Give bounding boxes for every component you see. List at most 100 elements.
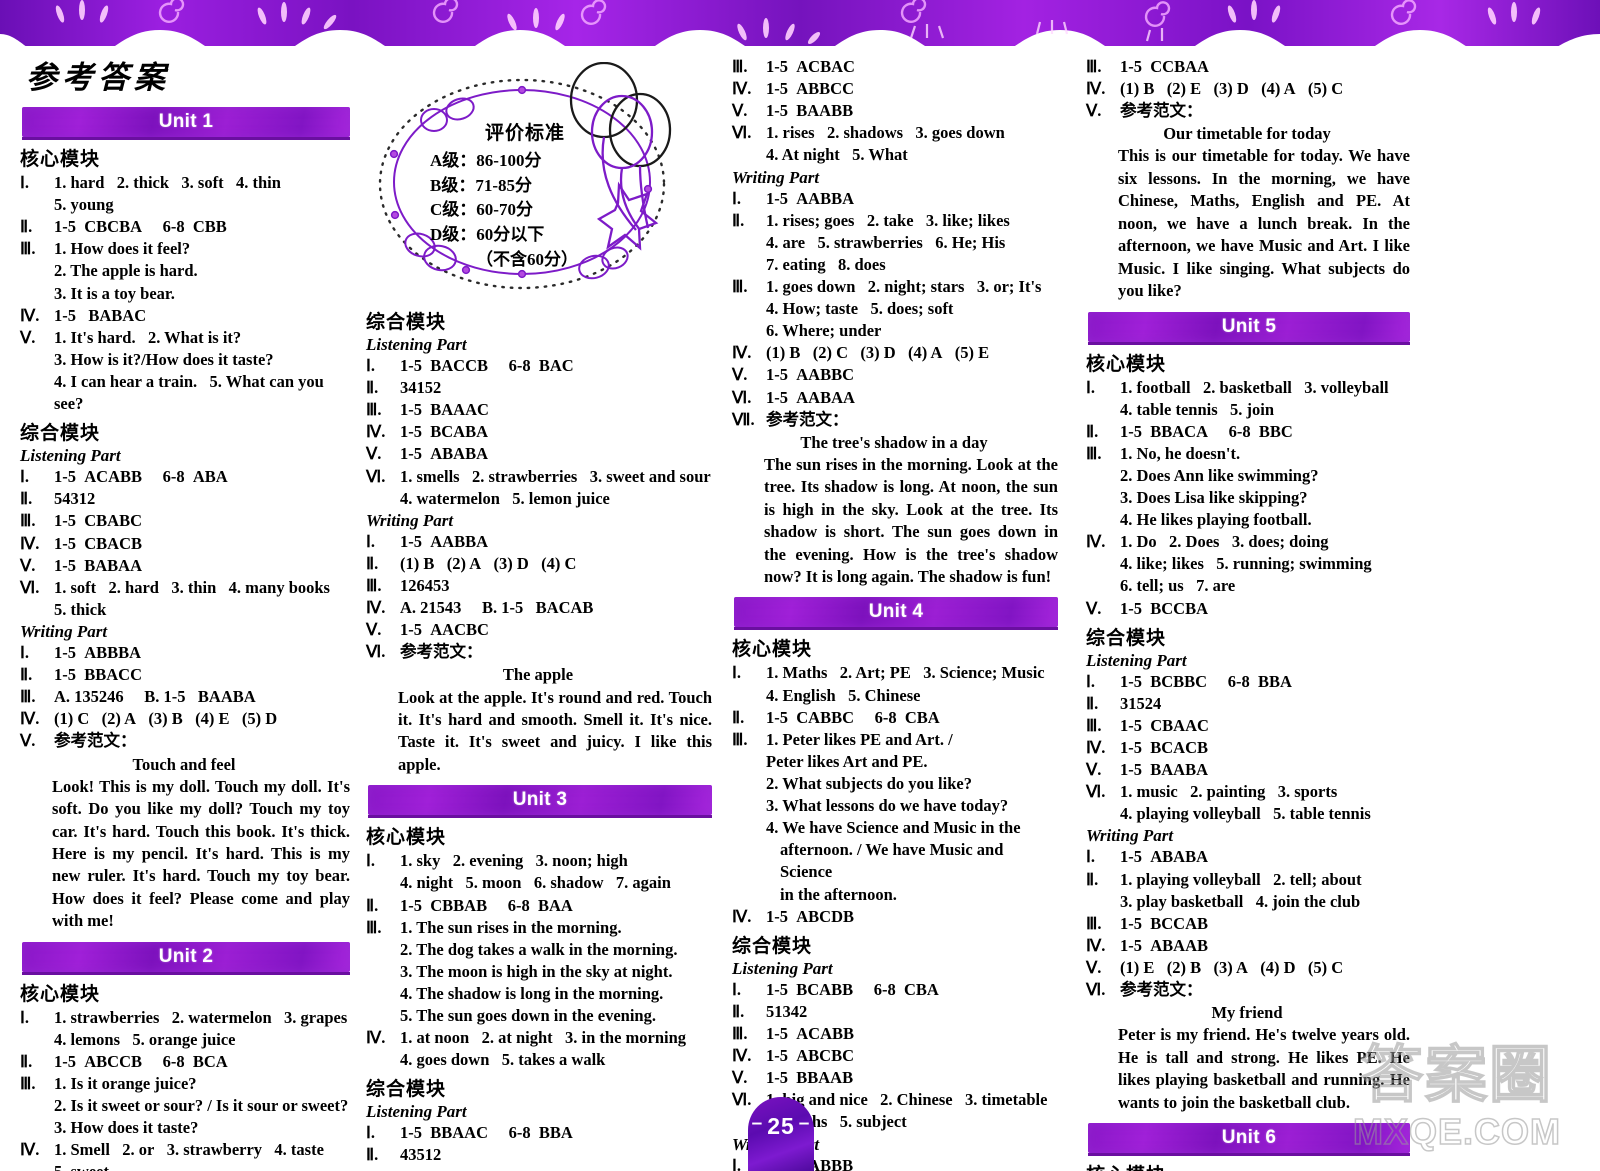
answer-row-number: Ⅲ. (366, 917, 382, 937)
answer-row: Ⅴ. 1-5 AACBC (364, 619, 712, 641)
page-number-dash-right: – (798, 1113, 811, 1134)
answer-row-value: 1-5 ABAAB (1120, 935, 1209, 955)
answer-row-continuation: 3. It is a toy bear. (54, 283, 175, 303)
u5-essay-label: 参考范文： (1120, 980, 1203, 1000)
answer-row-value: 1-5 BCBBC 6-8 BBA (1120, 671, 1292, 691)
answer-row-number: Ⅲ. (732, 1024, 748, 1044)
answer-row-number: Ⅳ. (732, 79, 752, 99)
answer-row: Ⅵ. 1-5 AABAA (730, 387, 1058, 409)
answer-row: Ⅱ. 1-5 CBBAB 6-8 BAA (364, 895, 712, 917)
column-2: 综合模块 Listening Part Ⅰ. 1-5 BACCB 6-8 BAC Ⅱ… (358, 56, 720, 1164)
u1-listening-answers: Ⅰ. 1-5 ACABB 6-8 ABA Ⅱ. 54312 Ⅲ. 1-5 CBABC Ⅳ. 1… (18, 466, 350, 621)
u2-writing-answers: Ⅰ. 1-5 AABBA Ⅱ. (1) B (2) A (3) D (4) C Ⅲ. 12… (364, 531, 712, 642)
answer-row: Ⅳ. (1) B (2) C (3) D (4) A (5) E (730, 342, 1058, 364)
answer-row-number: Ⅲ. (366, 575, 382, 595)
answer-row-number: Ⅴ. (732, 365, 748, 385)
answer-row: Ⅲ. 1. No, he doesn't. (1084, 443, 1410, 465)
answer-row: Ⅲ. 1-5 ACABB (730, 1023, 1058, 1045)
u3-essay-row: Ⅶ. 参考范文： (730, 409, 1058, 431)
answer-row-value: 1-5 AACBC (400, 620, 489, 640)
unit-banner-3: Unit 3 (368, 785, 712, 819)
column-4: Ⅲ. 1-5 CCBAA Ⅳ. (1) B (2) E (3) D (4) A (5)… (1066, 56, 1418, 1171)
answer-row-number: Ⅱ. (366, 1145, 379, 1165)
answer-row-number: Ⅲ. (1086, 715, 1102, 735)
u1-essay-body: Look! This is my doll. Touch my doll. It… (52, 776, 350, 931)
u4-essay-number: Ⅴ. (1086, 101, 1102, 121)
page-number-text: –25– (748, 1113, 814, 1171)
answer-row-number: Ⅳ. (20, 1140, 40, 1160)
answer-row-continuation-indented: in the afternoon. (780, 884, 897, 904)
writing-part-heading-u1: Writing Part (20, 621, 108, 641)
answer-row: Ⅴ. 1-5 BAABB (730, 100, 1058, 122)
writing-part-heading-u3: Writing Part (732, 167, 820, 187)
unit-4-label: Unit 4 (868, 601, 924, 623)
answer-row-value: 1-5 AABBC (766, 365, 855, 385)
answer-row-number: Ⅴ. (20, 555, 36, 575)
answer-row-value: 1-5 ABBBA (54, 642, 142, 662)
listening-part-heading-u2: Listening Part (366, 335, 467, 354)
answer-row-value: 1-5 ABABA (1120, 847, 1209, 867)
answer-row-value: 1. Peter likes PE and Art. / (766, 729, 953, 749)
answer-row: Ⅱ. 54312 (18, 488, 350, 510)
comprehensive-module-heading-u1: 综合模块 (20, 423, 101, 445)
answer-row-number: Ⅴ. (732, 101, 748, 121)
listening-part-heading-u1: Listening Part (20, 446, 121, 466)
answer-row-number: Ⅳ. (366, 1028, 386, 1048)
answer-row-continuation: 4. goes down 5. takes a walk (400, 1050, 606, 1070)
answer-row-value: 1-5 ABCDB (766, 906, 855, 926)
answer-row-continuation: 3. Does Lisa like skipping? (1120, 488, 1308, 508)
writing-part-heading-u5: Writing Part (1086, 826, 1174, 846)
answer-row-continuation: 3. The moon is high in the sky at night. (400, 961, 673, 981)
answer-row: Ⅰ. 1-5 AABBA (364, 531, 712, 553)
answer-row-continuation: 3. How is it?/How does it taste? (54, 349, 274, 369)
answer-row-continuation: 4. playing volleyball 5. table tennis (1120, 804, 1371, 824)
answer-row-number: Ⅲ. (1086, 57, 1102, 76)
answer-row: Ⅰ. 1. football 2. basketball 3. volleybal… (1084, 377, 1410, 399)
answer-row-value: 1. Maths 2. Art; PE 3. Science; Music (766, 663, 1045, 683)
unit-1-label: Unit 1 (158, 111, 214, 132)
u3-essay-number: Ⅶ. (732, 409, 755, 429)
answer-row: Ⅴ. 1-5 BABAA (18, 555, 350, 577)
u5-essay-row: Ⅵ. 参考范文： (1084, 979, 1410, 1001)
answer-row-value: 43512 (400, 1145, 442, 1165)
answer-row-value: 1-5 CCBAA (1120, 57, 1209, 76)
answer-row-continuation: 4. We have Science and Music in the (766, 818, 1021, 838)
answer-row-number: Ⅳ. (366, 422, 386, 442)
answer-row-number: Ⅰ. (732, 188, 741, 208)
answer-row-number: Ⅱ. (366, 378, 379, 398)
answer-row-number: Ⅵ. (366, 466, 386, 486)
answer-row-continuation: 4. watermelon 5. lemon juice (400, 488, 610, 508)
answer-row-continuation: 2. Does Ann like swimming? (1120, 465, 1319, 485)
answer-row: Ⅱ. 31524 (1084, 693, 1410, 715)
answer-row-continuation: 7. eating 8. does (766, 254, 886, 274)
answer-row-value: (1) B (2) A (3) D (4) C (400, 553, 577, 573)
answer-row-continuation: 4. English 5. Chinese (766, 685, 921, 705)
answer-row: Ⅳ. 1-5 CBACB (18, 533, 350, 555)
answer-row-number: Ⅳ. (20, 709, 40, 729)
u5-essay-body: Peter is my friend. He's twelve years ol… (1118, 1025, 1410, 1112)
answer-row-number: Ⅱ. (732, 707, 745, 727)
answer-row-continuation: 2. The dog takes a walk in the morning. (400, 939, 678, 959)
unit-banner-4: Unit 4 (734, 597, 1058, 631)
answer-row-value: 1. rises; goes 2. take 3. like; likes (766, 210, 1010, 230)
answer-row-number: Ⅱ. (20, 217, 33, 237)
u2-essay-body: Look at the apple. It's round and red. T… (398, 687, 712, 774)
answer-row-value: 1-5 AABBA (400, 531, 489, 551)
answer-row: Ⅳ. 1-5 ABAAB (1084, 935, 1410, 957)
answer-row-continuation: 5. thick (54, 599, 107, 619)
answer-row: Ⅰ. 1-5 ACABB 6-8 ABA (18, 466, 350, 488)
answer-row-number: Ⅲ. (366, 400, 382, 420)
answer-row-number: Ⅰ. (20, 1007, 29, 1027)
answer-row: Ⅰ. 1. strawberries 2. watermelon 3. grape… (18, 1007, 350, 1029)
answer-row-value: 1. strawberries 2. watermelon 3. grapes (54, 1007, 348, 1027)
page-number-value: 25 (767, 1113, 795, 1139)
answer-row-value: 1-5 AABAA (766, 387, 855, 407)
answer-row-continuation: Peter likes Art and PE. (766, 751, 928, 771)
answer-row-number: Ⅱ. (20, 665, 33, 685)
answer-row-value: 1-5 ABCCB 6-8 BCA (54, 1051, 228, 1071)
u2-essay-row: Ⅵ. 参考范文： (364, 641, 712, 663)
answer-row-number: Ⅱ. (1086, 693, 1099, 713)
u3-essay-body: The sun rises in the morning. Look at th… (764, 454, 1058, 587)
answer-row-value: 1. playing volleyball 2. tell; about (1120, 869, 1362, 889)
answer-row: Ⅰ. 1-5 AABBA (730, 188, 1058, 210)
